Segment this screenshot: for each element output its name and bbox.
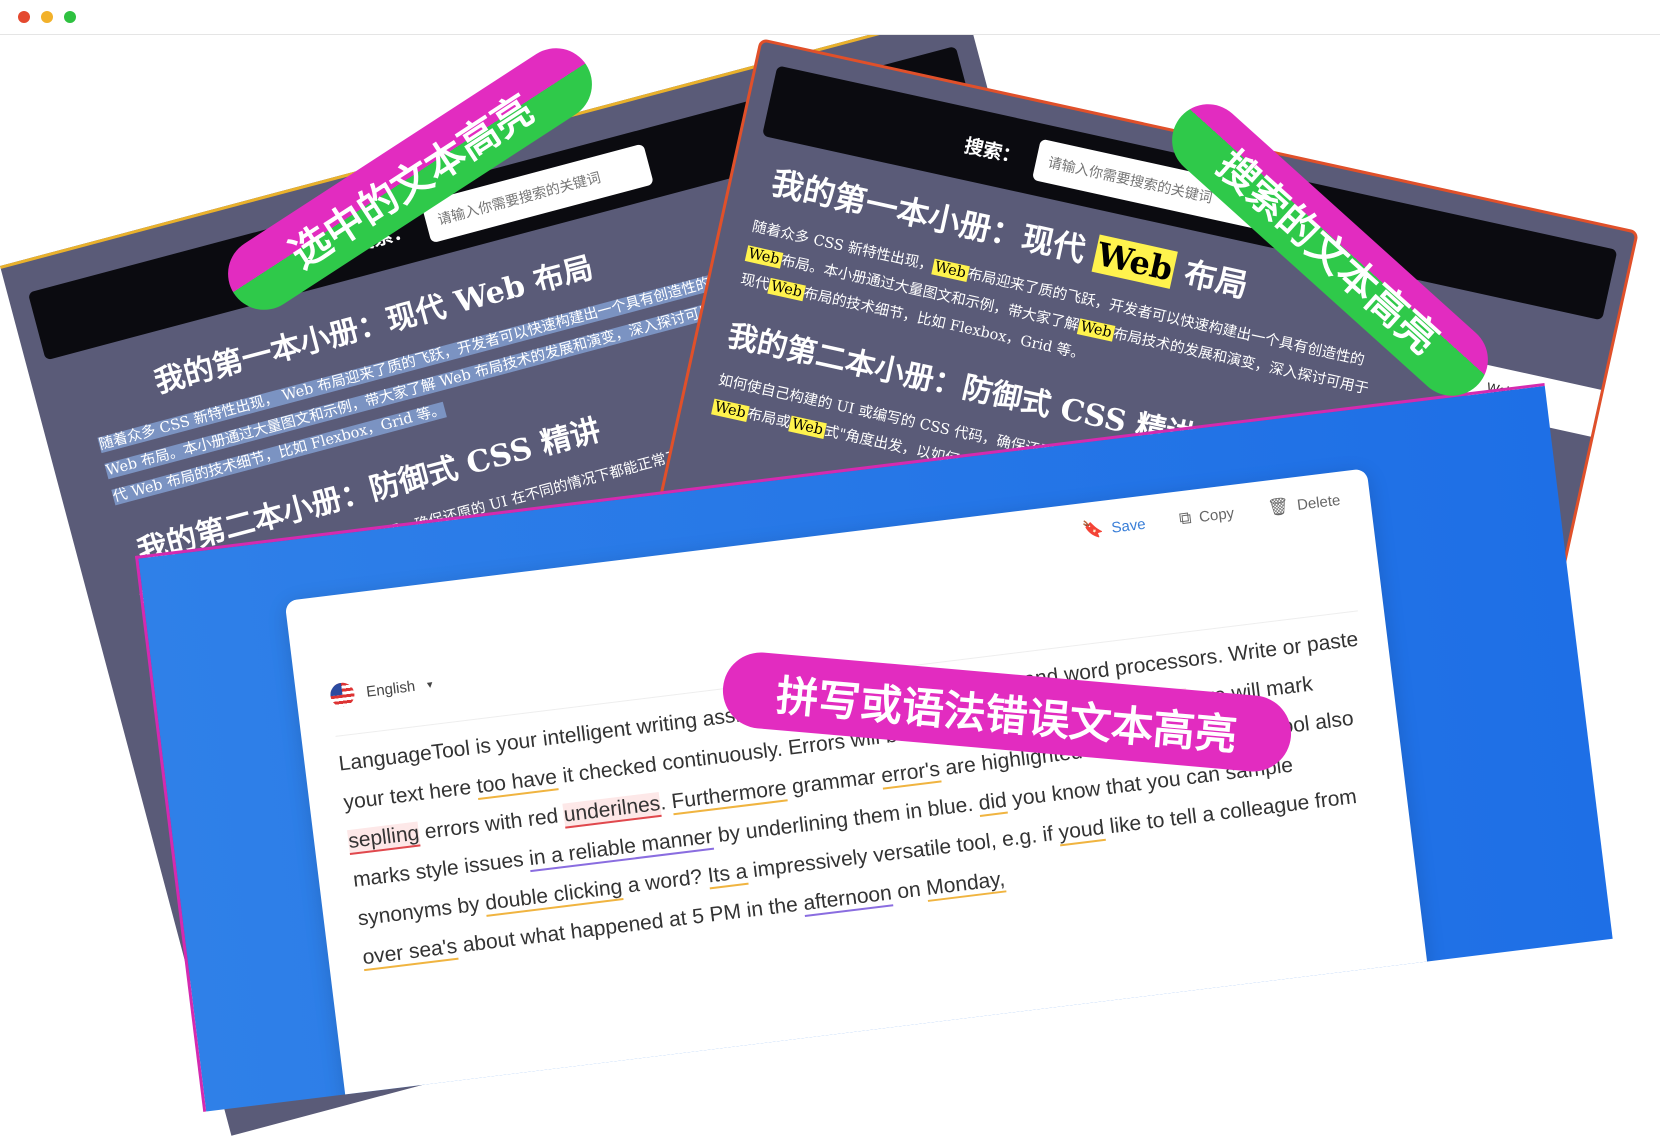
editor-card: 🔖 Save ⧉ Copy 🗑 Delete English ▾ LanguageTo…	[284, 468, 1430, 1112]
spelling-error[interactable]: seplling	[346, 821, 421, 856]
grammar-error[interactable]: too have	[475, 765, 559, 800]
text: 布局或	[745, 406, 792, 432]
copy-icon: ⧉	[1177, 508, 1193, 529]
grammar-error[interactable]: Its a	[706, 859, 749, 890]
style-issue[interactable]: afternoon	[802, 881, 894, 918]
editor-text: grammar	[784, 764, 883, 800]
grammar-error[interactable]: error's	[879, 757, 942, 790]
language-selector[interactable]: English ▾	[329, 672, 434, 709]
chevron-down-icon: ▾	[426, 678, 434, 691]
heading-text: 布局	[1169, 251, 1252, 306]
editor-text: a word?	[620, 864, 710, 899]
delete-label: Delete	[1296, 491, 1342, 514]
search-match: Web	[767, 277, 806, 302]
grammar-error[interactable]: double clicking	[483, 875, 624, 917]
search-match: Web	[744, 245, 783, 269]
window-titlebar	[0, 0, 1660, 35]
grammar-error[interactable]: youd	[1057, 816, 1106, 847]
search-match: Web	[931, 258, 970, 282]
save-label: Save	[1110, 515, 1147, 537]
search-label: 搜索：	[962, 134, 1023, 168]
search-match: Web	[1076, 318, 1116, 342]
maximize-window-button[interactable]	[64, 11, 76, 23]
editor-text: errors with red	[417, 803, 566, 845]
copy-button[interactable]: ⧉ Copy	[1178, 503, 1235, 530]
spelling-error[interactable]: underilnes	[562, 791, 662, 829]
editor-text: on	[890, 877, 928, 905]
close-window-button[interactable]	[18, 11, 30, 23]
trash-icon: 🗑	[1266, 496, 1291, 518]
copy-label: Copy	[1198, 504, 1236, 526]
grammar-error[interactable]: did	[977, 788, 1009, 817]
editor-toolbar: 🔖 Save ⧉ Copy 🗑 Delete	[1081, 490, 1341, 541]
style-issue[interactable]: in a reliable manner	[527, 824, 714, 873]
search-match: Web	[711, 398, 750, 422]
grammar-error[interactable]: Furthermore	[670, 776, 788, 816]
delete-button[interactable]: 🗑 Delete	[1266, 490, 1341, 519]
grammar-error[interactable]: over sea's	[361, 934, 459, 972]
search-match: Web	[788, 415, 827, 439]
grammar-error[interactable]: Monday,	[924, 867, 1007, 902]
language-label: English	[365, 677, 417, 701]
search-match: Web	[1091, 234, 1179, 289]
bookmark-icon: 🔖	[1081, 518, 1105, 541]
us-flag-icon	[329, 681, 356, 709]
minimize-window-button[interactable]	[41, 11, 53, 23]
save-button[interactable]: 🔖 Save	[1081, 514, 1146, 542]
